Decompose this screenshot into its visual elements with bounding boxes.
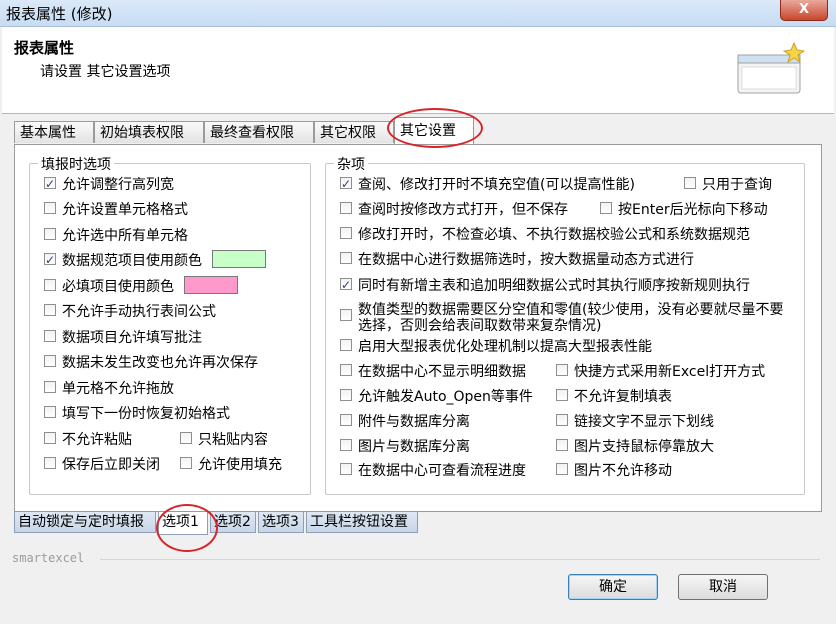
option-select-all[interactable]: 允许选中所有单元格 [44, 225, 188, 247]
checkbox[interactable] [340, 439, 352, 451]
brand-label: smartexcel [12, 551, 85, 565]
tab-option1[interactable]: 选项1 [158, 512, 208, 535]
option-query-only[interactable]: 只用于查询 [684, 174, 772, 196]
dialog-window-icon [737, 41, 806, 94]
checkbox[interactable] [340, 173, 352, 195]
option-required-color[interactable]: 必填项目使用颜色 [44, 276, 238, 298]
checkbox[interactable] [340, 389, 352, 401]
option-no-drag[interactable]: 单元格不允许拖放 [44, 378, 174, 400]
norm-color-swatch[interactable] [212, 250, 266, 268]
option-image-separate[interactable]: 图片与数据库分离 [340, 436, 470, 458]
option-paste-content-only[interactable]: 只粘贴内容 [180, 429, 268, 451]
checkbox[interactable] [600, 202, 612, 214]
fill-options-group: 填报时选项 允许调整行高列宽 允许设置单元格格式 允许选中所有单元格 数据规范项… [29, 154, 311, 495]
tab-auto-lock[interactable]: 自动锁定与定时填报 [14, 512, 156, 533]
footer-divider [100, 559, 820, 560]
fill-options-legend: 填报时选项 [38, 154, 114, 174]
checkbox[interactable] [180, 457, 192, 469]
option-cell-format[interactable]: 允许设置单元格格式 [44, 199, 188, 221]
checkbox[interactable] [340, 309, 352, 321]
checkbox[interactable] [340, 274, 352, 296]
ok-button[interactable]: 确定 [568, 574, 658, 600]
title-bar: 报表属性 (修改) X [0, 0, 836, 27]
checkbox[interactable] [556, 463, 568, 475]
option-new-excel-open[interactable]: 快捷方式采用新Excel打开方式 [556, 361, 765, 383]
checkbox[interactable] [44, 249, 56, 271]
checkbox[interactable] [180, 432, 192, 444]
tab-other-settings[interactable]: 其它设置 [394, 117, 474, 144]
option-resave[interactable]: 数据未发生改变也允许再次保存 [44, 352, 258, 374]
tab-basic[interactable]: 基本属性 [14, 121, 94, 143]
option-no-link-underline[interactable]: 链接文字不显示下划线 [556, 411, 714, 433]
option-restore-format[interactable]: 填写下一份时恢复初始格式 [44, 403, 230, 425]
option-allow-fill[interactable]: 允许使用填充 [180, 454, 282, 476]
checkbox[interactable] [340, 202, 352, 214]
option-auto-open-event[interactable]: 允许触发Auto_Open等事件 [340, 386, 533, 408]
checkbox[interactable] [340, 339, 352, 351]
checkbox[interactable] [44, 406, 56, 418]
option-hide-detail[interactable]: 在数据中心不显示明细数据 [340, 361, 526, 383]
checkbox[interactable] [556, 414, 568, 426]
checkbox[interactable] [44, 279, 56, 291]
option-norm-color[interactable]: 数据规范项目使用颜色 [44, 249, 266, 272]
option-no-paste[interactable]: 不允许粘贴 [44, 429, 132, 451]
checkbox[interactable] [340, 463, 352, 475]
checkbox[interactable] [44, 381, 56, 393]
header-title: 报表属性 [14, 39, 75, 57]
option-attachment-separate[interactable]: 附件与数据库分离 [340, 411, 470, 433]
close-button[interactable]: X [780, 0, 828, 21]
dialog-header: 报表属性 请设置 其它设置选项 [2, 27, 834, 114]
checkbox[interactable] [340, 414, 352, 426]
checkbox[interactable] [44, 228, 56, 240]
checkbox[interactable] [44, 304, 56, 316]
checkbox[interactable] [44, 330, 56, 342]
checkbox[interactable] [44, 432, 56, 444]
option-adjust-row-col[interactable]: 允许调整行高列宽 [44, 173, 174, 196]
option-no-manual-formula[interactable]: 不允许手动执行表间公式 [44, 301, 216, 323]
required-color-swatch[interactable] [184, 276, 238, 294]
option-no-fill-empty[interactable]: 查阅、修改打开时不填充空值(可以提高性能) [340, 173, 635, 196]
checkbox[interactable] [556, 439, 568, 451]
checkbox[interactable] [340, 364, 352, 376]
option-close-after-save[interactable]: 保存后立即关闭 [44, 454, 160, 476]
option-no-copy-form[interactable]: 不允许复制填表 [556, 386, 672, 408]
option-image-no-move[interactable]: 图片不允许移动 [556, 460, 672, 482]
option-enter-move-down[interactable]: 按Enter后光标向下移动 [600, 199, 768, 221]
checkbox[interactable] [684, 177, 696, 189]
misc-legend: 杂项 [334, 154, 368, 174]
option-image-hover-zoom[interactable]: 图片支持鼠标停靠放大 [556, 436, 714, 458]
checkbox[interactable] [44, 202, 56, 214]
cancel-button[interactable]: 取消 [678, 574, 768, 600]
checkbox[interactable] [44, 457, 56, 469]
option-large-report-optimize[interactable]: 启用大型报表优化处理机制以提高大型报表性能 [340, 336, 652, 358]
tab-option3[interactable]: 选项3 [258, 512, 304, 533]
option-dynamic-filter[interactable]: 在数据中心进行数据筛选时，按大数据量动态方式进行 [340, 249, 694, 271]
checkbox[interactable] [556, 364, 568, 376]
option-view-flow-progress[interactable]: 在数据中心可查看流程进度 [340, 460, 526, 482]
tab-initial-permission[interactable]: 初始填表权限 [94, 121, 204, 143]
checkbox[interactable] [556, 389, 568, 401]
window-title: 报表属性 (修改) [6, 5, 113, 23]
header-subtitle: 请设置 其它设置选项 [40, 64, 171, 80]
option-allow-comment[interactable]: 数据项目允许填写批注 [44, 327, 202, 349]
misc-group: 杂项 查阅、修改打开时不填充空值(可以提高性能) 只用于查询 查阅时按修改方式打… [325, 154, 805, 495]
option-skip-validation[interactable]: 修改打开时，不检查必填、不执行数据校验公式和系统数据规范 [340, 224, 750, 246]
tab-other-permission[interactable]: 其它权限 [314, 121, 394, 143]
settings-panel: 填报时选项 允许调整行高列宽 允许设置单元格格式 允许选中所有单元格 数据规范项… [14, 144, 822, 512]
checkbox[interactable] [44, 173, 56, 195]
tab-option2[interactable]: 选项2 [210, 512, 256, 533]
checkbox[interactable] [44, 355, 56, 367]
checkbox[interactable] [340, 252, 352, 264]
tab-toolbar-buttons[interactable]: 工具栏按钮设置 [306, 512, 418, 533]
option-view-as-edit[interactable]: 查阅时按修改方式打开，但不保存 [340, 199, 568, 221]
tab-final-view-permission[interactable]: 最终查看权限 [204, 121, 314, 143]
option-new-execution-order[interactable]: 同时有新增主表和追加明细数据公式时其执行顺序按新规则执行 [340, 274, 750, 297]
checkbox[interactable] [340, 227, 352, 239]
